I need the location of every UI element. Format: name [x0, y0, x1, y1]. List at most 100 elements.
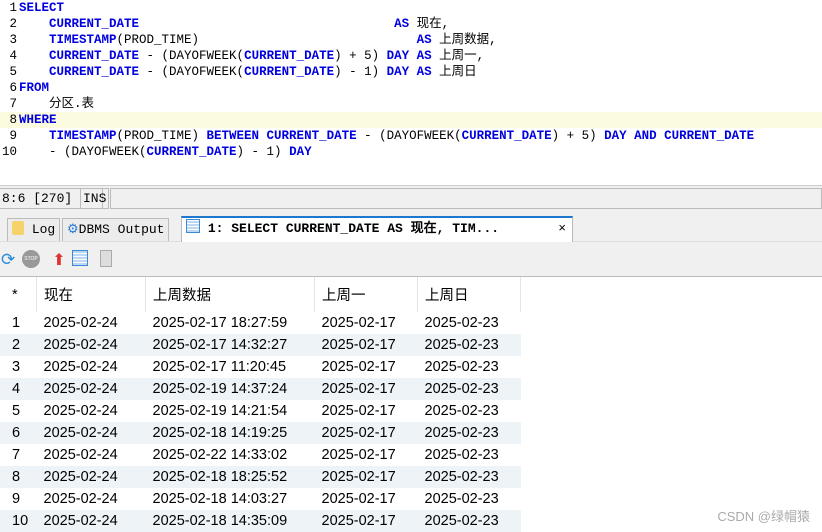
- sql-keyword: DAY AS: [386, 65, 432, 79]
- table-cell[interactable]: 2025-02-23: [417, 510, 521, 532]
- table-cell[interactable]: 2025-02-17: [315, 488, 418, 510]
- close-tab-icon[interactable]: ×: [558, 218, 566, 240]
- table-cell[interactable]: 2025-02-18 18:25:52: [145, 466, 315, 488]
- table-cell[interactable]: 2025-02-24: [37, 400, 146, 422]
- table-row[interactable]: 7 2025-02-24 2025-02-22 14:33:02 2025-02-17…: [0, 444, 521, 466]
- table-row[interactable]: 2 2025-02-24 2025-02-17 14:32:27 2025-02-17…: [0, 334, 521, 356]
- table-cell[interactable]: 2025-02-24: [36, 422, 146, 444]
- row-number[interactable]: 6: [0, 422, 37, 444]
- line-number: 7: [9, 97, 17, 111]
- table-cell[interactable]: 2025-02-24: [37, 356, 146, 378]
- table-cell[interactable]: 2025-02-23: [417, 422, 521, 444]
- code-line: 8 WHERE: [0, 112, 822, 128]
- row-number[interactable]: 9: [0, 488, 37, 510]
- row-number[interactable]: 3: [0, 356, 37, 378]
- table-cell[interactable]: 2025-02-24: [36, 334, 146, 356]
- table-row[interactable]: 4 2025-02-24 2025-02-19 14:37:24 2025-02-17…: [0, 378, 521, 400]
- table-cell[interactable]: 2025-02-24: [36, 466, 146, 488]
- row-number[interactable]: 10: [0, 510, 37, 532]
- table-row[interactable]: 1 2025-02-24 2025-02-17 18:27:59 2025-02-17…: [0, 312, 521, 334]
- table-cell[interactable]: 2025-02-17 11:20:45: [146, 356, 315, 378]
- table-cell[interactable]: 2025-02-17 18:27:59: [146, 312, 315, 334]
- table-cell[interactable]: 2025-02-23: [418, 356, 521, 378]
- table-cell[interactable]: 2025-02-19 14:21:54: [146, 400, 315, 422]
- code-line: 2 CURRENT_DATE AS 现在,: [0, 16, 822, 32]
- table-cell[interactable]: 2025-02-17: [315, 444, 418, 466]
- sql-text: (PROD_TIME): [116, 129, 207, 143]
- table-cell[interactable]: 2025-02-17: [315, 400, 418, 422]
- sql-keyword: CURRENT_DATE: [146, 145, 237, 159]
- result-tabs: Log ⚙DBMS Output 1: SELECT CURRENT_DATE …: [0, 215, 822, 242]
- table-cell[interactable]: 2025-02-17: [314, 466, 418, 488]
- column-header[interactable]: 上周日: [417, 277, 521, 312]
- table-cell[interactable]: 2025-02-18 14:19:25: [145, 422, 315, 444]
- grid-view-icon[interactable]: [72, 250, 88, 266]
- table-cell[interactable]: 2025-02-23: [417, 334, 521, 356]
- calculator-icon[interactable]: [100, 250, 112, 267]
- table-cell[interactable]: 2025-02-17: [314, 334, 418, 356]
- table-cell[interactable]: 2025-02-24: [36, 510, 146, 532]
- table-cell[interactable]: 2025-02-17: [314, 510, 418, 532]
- row-number[interactable]: 7: [0, 444, 37, 466]
- table-cell[interactable]: 2025-02-24: [37, 444, 146, 466]
- table-row[interactable]: 10 2025-02-24 2025-02-18 14:35:09 2025-02-1…: [0, 510, 521, 532]
- refresh-icon[interactable]: ⟳: [1, 250, 19, 269]
- row-number[interactable]: 5: [0, 400, 37, 422]
- sql-text: 上周一,: [431, 49, 485, 63]
- table-row[interactable]: 3 2025-02-24 2025-02-17 11:20:45 2025-02-17…: [0, 356, 521, 378]
- sql-keyword: DAY AS: [386, 49, 432, 63]
- table-cell[interactable]: 2025-02-23: [417, 466, 521, 488]
- stop-icon[interactable]: STOP: [22, 250, 40, 268]
- table-cell[interactable]: 2025-02-17: [315, 312, 418, 334]
- sql-text: - (DAYOFWEEK(: [356, 129, 462, 143]
- table-cell[interactable]: 2025-02-17: [314, 378, 418, 400]
- table-row[interactable]: 5 2025-02-24 2025-02-19 14:21:54 2025-02-17…: [0, 400, 521, 422]
- sql-text: ) - 1): [334, 65, 387, 79]
- table-cell[interactable]: 2025-02-23: [418, 312, 521, 334]
- row-number[interactable]: 1: [0, 312, 37, 334]
- table-cell[interactable]: 2025-02-24: [37, 312, 146, 334]
- table-cell[interactable]: 2025-02-22 14:33:02: [146, 444, 315, 466]
- table-row[interactable]: 8 2025-02-24 2025-02-18 18:25:52 2025-02-17…: [0, 466, 521, 488]
- table-row[interactable]: 9 2025-02-24 2025-02-18 14:03:27 2025-02-17…: [0, 488, 521, 510]
- column-header[interactable]: 上周一: [314, 277, 418, 312]
- table-cell[interactable]: 2025-02-17 14:32:27: [145, 334, 315, 356]
- table-cell[interactable]: 2025-02-23: [418, 488, 521, 510]
- column-header[interactable]: 现在: [36, 277, 146, 312]
- table-cell[interactable]: 2025-02-17: [314, 422, 418, 444]
- row-number[interactable]: 4: [0, 378, 37, 400]
- table-cell[interactable]: 2025-02-23: [418, 444, 521, 466]
- gear-icon: ⚙: [67, 222, 79, 237]
- table-cell[interactable]: 2025-02-17: [315, 356, 418, 378]
- sql-keyword: CURRENT_DATE: [244, 65, 335, 79]
- table-cell[interactable]: 2025-02-24: [37, 488, 146, 510]
- sql-text: 现在,: [409, 17, 450, 31]
- tab-dbms-output[interactable]: ⚙DBMS Output: [62, 218, 170, 241]
- table-cell[interactable]: 2025-02-23: [417, 378, 521, 400]
- tab-result[interactable]: 1: SELECT CURRENT_DATE AS 现在, TIM... ×: [181, 216, 573, 242]
- sql-text: ) + 5): [551, 129, 605, 143]
- line-number: 1: [9, 1, 17, 15]
- table-cell[interactable]: 2025-02-18 14:03:27: [146, 488, 315, 510]
- table-cell[interactable]: 2025-02-24: [36, 378, 146, 400]
- sql-editor[interactable]: 1 SELECT 2 CURRENT_DATE AS 现在, 3 TIMESTAMP(…: [0, 0, 822, 184]
- table-row[interactable]: 6 2025-02-24 2025-02-18 14:19:25 2025-02-17…: [0, 422, 521, 444]
- sql-keyword: WHERE: [19, 113, 57, 127]
- sql-keyword: DAY: [289, 145, 312, 159]
- row-number[interactable]: 2: [0, 334, 37, 356]
- row-number[interactable]: 8: [0, 466, 37, 488]
- tab-log[interactable]: Log: [7, 218, 61, 241]
- export-icon[interactable]: ⬆: [50, 250, 68, 269]
- line-number: 8: [9, 113, 17, 127]
- table-cell[interactable]: 2025-02-23: [418, 400, 521, 422]
- code-line: 3 TIMESTAMP(PROD_TIME) AS 上周数据,: [0, 32, 822, 48]
- column-header[interactable]: 上周数据: [145, 277, 315, 312]
- table-cell[interactable]: 2025-02-19 14:37:24: [145, 378, 315, 400]
- result-toolbar: ⟳ STOP ⬆: [0, 242, 822, 276]
- table-cell[interactable]: 2025-02-18 14:35:09: [145, 510, 315, 532]
- results-grid[interactable]: * 现在 上周数据 上周一 上周日 1 2025-02-24 2025-02-17 …: [0, 276, 822, 532]
- sql-text: ) - 1): [236, 145, 290, 159]
